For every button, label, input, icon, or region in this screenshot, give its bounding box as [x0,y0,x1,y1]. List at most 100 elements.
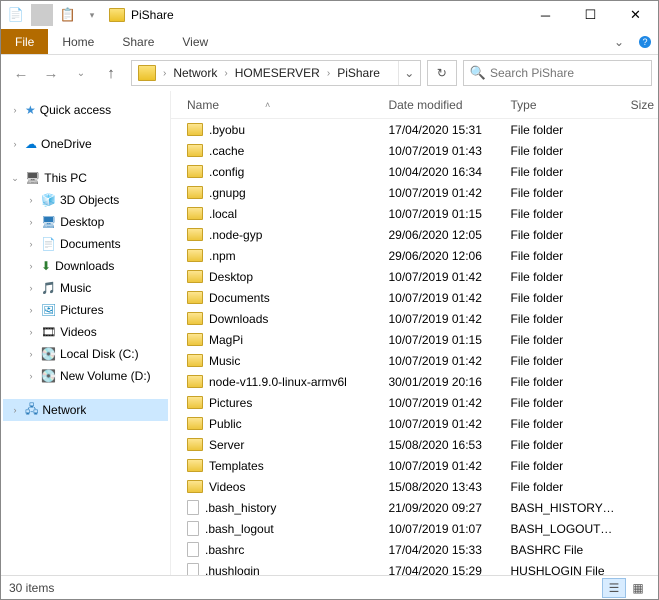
table-row[interactable]: Downloads10/07/2019 01:42File folder [171,308,658,329]
file-date: 17/04/2020 15:33 [380,543,502,557]
file-name: Music [209,354,240,368]
tab-file[interactable]: File [1,29,48,54]
table-row[interactable]: .hushlogin17/04/2020 15:29HUSHLOGIN File [171,560,658,575]
refresh-button[interactable]: ↻ [427,60,457,86]
table-row[interactable]: .config10/04/2020 16:34File folder [171,161,658,182]
folder-icon [187,165,203,178]
recent-dropdown[interactable]: ⌄ [67,60,95,86]
folder-icon [187,480,203,493]
folder-icon [187,144,203,157]
chevron-right-icon[interactable]: › [160,68,169,79]
table-row[interactable]: .byobu17/04/2020 15:31File folder [171,119,658,140]
nav-downloads[interactable]: ›⬇Downloads [3,255,168,277]
qat-dropdown-icon[interactable]: ▾ [81,4,103,26]
file-type: File folder [502,312,615,326]
qat-properties-icon[interactable]: 📄 [5,4,27,26]
file-icon [187,521,199,536]
chevron-right-icon[interactable]: › [9,139,21,149]
table-row[interactable]: Music10/07/2019 01:42File folder [171,350,658,371]
file-type: BASH_HISTORY File [502,501,615,515]
breadcrumb-network[interactable]: Network [169,61,221,85]
nav-new-volume[interactable]: ›💽New Volume (D:) [3,365,168,387]
file-name: Downloads [209,312,268,326]
back-button[interactable]: ← [7,60,35,86]
table-row[interactable]: MagPi10/07/2019 01:15File folder [171,329,658,350]
chevron-right-icon[interactable]: › [221,68,230,79]
address-bar[interactable]: › Network › HOMESERVER › PiShare ⌄ [131,60,421,86]
maximize-button[interactable]: ☐ [568,1,613,29]
table-row[interactable]: Desktop10/07/2019 01:42File folder [171,266,658,287]
nav-local-disk[interactable]: ›💽Local Disk (C:) [3,343,168,365]
view-details-button[interactable]: ☰ [602,578,626,598]
close-button[interactable]: ✕ [613,1,658,29]
chevron-right-icon[interactable]: › [9,405,21,415]
file-type: File folder [502,354,615,368]
column-header-date[interactable]: Date modified [380,98,502,112]
address-dropdown-icon[interactable]: ⌄ [398,61,420,85]
nav-this-pc[interactable]: ⌄ 🖥 This PC [3,167,168,189]
table-row[interactable]: .gnupg10/07/2019 01:42File folder [171,182,658,203]
file-date: 10/07/2019 01:15 [380,333,502,347]
file-name: Pictures [209,396,252,410]
file-name: .npm [209,249,236,263]
file-rows[interactable]: .byobu17/04/2020 15:31File folder.cache1… [171,119,658,575]
table-row[interactable]: .bashrc17/04/2020 15:33BASHRC File [171,539,658,560]
file-name: .byobu [209,123,245,137]
breadcrumb-homeserver[interactable]: HOMESERVER [231,61,324,85]
desktop-icon: 🖥 [41,215,56,229]
forward-button[interactable]: → [37,60,65,86]
up-button[interactable]: ↑ [97,60,125,86]
ribbon-expand-icon[interactable]: ⌄ [606,29,632,54]
folder-icon [187,396,203,409]
column-header-size[interactable]: Size [615,98,658,112]
table-row[interactable]: .bash_history21/09/2020 09:27BASH_HISTOR… [171,497,658,518]
breadcrumb-pishare[interactable]: PiShare [333,61,384,85]
file-type: File folder [502,123,615,137]
file-name: .bash_logout [205,522,274,536]
tab-view[interactable]: View [168,29,222,54]
search-box[interactable]: 🔍 [463,60,652,86]
folder-icon [187,186,203,199]
folder-icon [187,270,203,283]
nav-music[interactable]: ›🎵Music [3,277,168,299]
table-row[interactable]: .local10/07/2019 01:15File folder [171,203,658,224]
table-row[interactable]: Templates10/07/2019 01:42File folder [171,455,658,476]
qat-newfolder-icon[interactable]: 📋 [57,4,79,26]
table-row[interactable]: .cache10/07/2019 01:43File folder [171,140,658,161]
table-row[interactable]: .bash_logout10/07/2019 01:07BASH_LOGOUT … [171,518,658,539]
minimize-button[interactable]: ─ [523,1,568,29]
table-row[interactable]: .npm29/06/2020 12:06File folder [171,245,658,266]
status-text: 30 items [9,581,54,595]
table-row[interactable]: Public10/07/2019 01:42File folder [171,413,658,434]
file-type: File folder [502,186,615,200]
chevron-down-icon[interactable]: ⌄ [9,173,21,184]
nav-documents[interactable]: ›📄Documents [3,233,168,255]
table-row[interactable]: node-v11.9.0-linux-armv6l30/01/2019 20:1… [171,371,658,392]
folder-icon [187,249,203,262]
table-row[interactable]: .node-gyp29/06/2020 12:05File folder [171,224,658,245]
file-type: HUSHLOGIN File [502,564,615,576]
nav-desktop[interactable]: ›🖥Desktop [3,211,168,233]
nav-network[interactable]: › 🖧 Network [3,399,168,421]
help-icon[interactable]: ? [632,29,658,54]
sort-asc-icon: ˄ [265,100,270,110]
view-large-icons-button[interactable]: ▦ [626,578,650,598]
nav-pictures[interactable]: ›🖼Pictures [3,299,168,321]
table-row[interactable]: Server15/08/2020 16:53File folder [171,434,658,455]
nav-onedrive[interactable]: › ☁ OneDrive [3,133,168,155]
tab-share[interactable]: Share [108,29,168,54]
chevron-right-icon[interactable]: › [9,105,21,115]
nav-3d-objects[interactable]: ›🧊3D Objects [3,189,168,211]
table-row[interactable]: Videos15/08/2020 13:43File folder [171,476,658,497]
chevron-right-icon[interactable]: › [324,68,333,79]
nav-quick-access[interactable]: › ★ Quick access [3,99,168,121]
tab-home[interactable]: Home [48,29,108,54]
column-header-name[interactable]: Name˄ [179,98,380,112]
search-input[interactable] [490,66,645,80]
column-header-type[interactable]: Type [502,98,615,112]
nav-videos[interactable]: ›🎞Videos [3,321,168,343]
folder-icon [109,8,125,22]
table-row[interactable]: Pictures10/07/2019 01:42File folder [171,392,658,413]
file-name: Public [209,417,242,431]
table-row[interactable]: Documents10/07/2019 01:42File folder [171,287,658,308]
